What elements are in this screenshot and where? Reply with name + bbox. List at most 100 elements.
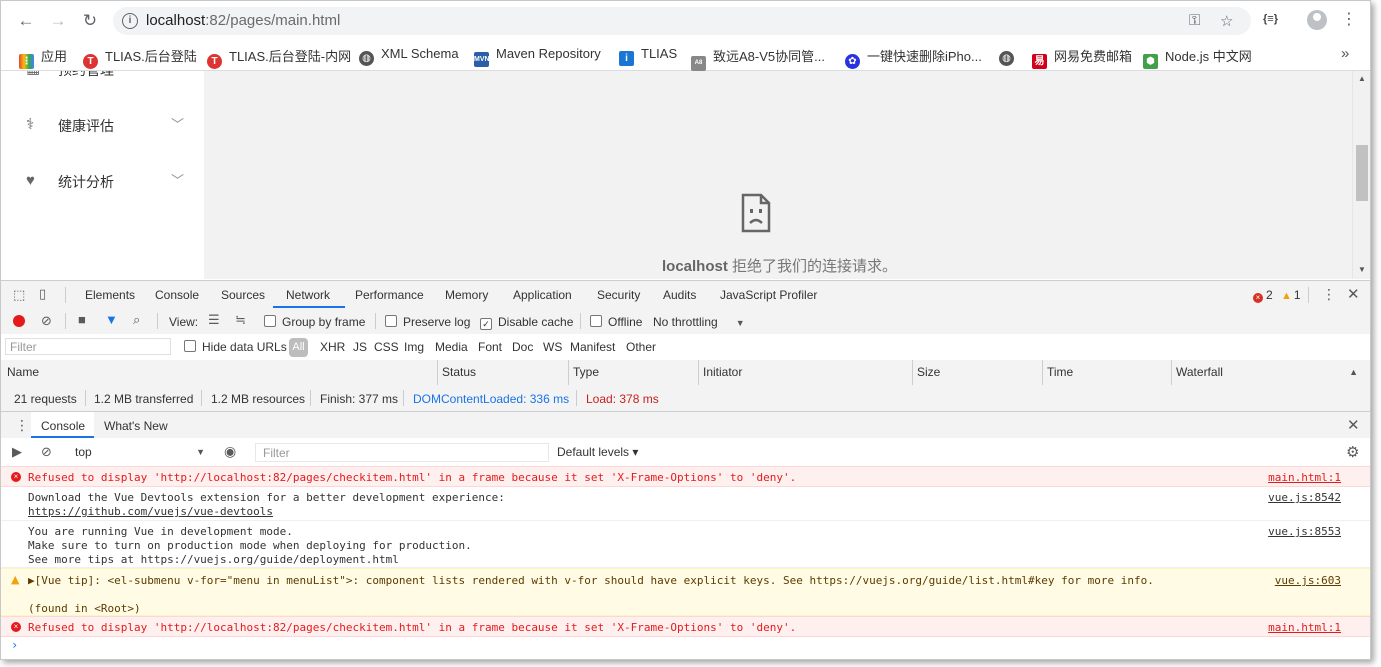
bookmark-netease-mail[interactable]: 易网易免费邮箱: [1032, 46, 1132, 69]
close-drawer-icon[interactable]: ✕: [1347, 416, 1360, 434]
reload-icon[interactable]: ↻: [79, 10, 101, 32]
type-filter-all[interactable]: All: [289, 338, 308, 357]
inspect-element-icon[interactable]: ⬚: [13, 287, 25, 303]
type-filter-img[interactable]: Img: [404, 340, 424, 354]
chrome-menu-icon[interactable]: ⋮: [1341, 9, 1357, 29]
throttling-select[interactable]: No throttling ▼: [653, 315, 745, 329]
type-filter-css[interactable]: CSS: [374, 340, 399, 354]
tab-memory[interactable]: Memory: [445, 288, 488, 302]
json-viewer-extension-icon[interactable]: {≡}: [1263, 13, 1278, 25]
star-icon[interactable]: ☆: [1220, 12, 1233, 30]
profile-avatar-icon[interactable]: [1307, 10, 1327, 30]
clear-console-icon[interactable]: ⊘: [41, 444, 52, 460]
clear-icon[interactable]: ⊘: [41, 313, 52, 329]
column-waterfall[interactable]: Waterfall ▲: [1171, 360, 1370, 385]
scroll-up-icon[interactable]: ▲: [1358, 74, 1366, 83]
error-count-badge[interactable]: × 2: [1253, 288, 1273, 303]
bookmark-tlias[interactable]: i TLIAS: [619, 46, 677, 66]
type-filter-ws[interactable]: WS: [543, 340, 562, 354]
column-name[interactable]: Name: [3, 360, 437, 385]
type-filter-doc[interactable]: Doc: [512, 340, 533, 354]
bookmark-tlias-admin-intranet[interactable]: T TLIAS.后台登陆-内网: [207, 46, 351, 69]
search-icon[interactable]: ⌕: [133, 312, 140, 328]
network-filter-input[interactable]: Filter: [5, 338, 171, 355]
hide-data-urls-checkbox[interactable]: Hide data URLs: [184, 340, 287, 354]
bookmark-tlias-admin[interactable]: T TLIAS.后台登陆: [83, 46, 197, 69]
forward-arrow-icon[interactable]: →: [47, 10, 69, 32]
message-source-link[interactable]: main.html:1: [1268, 621, 1341, 634]
message-source-link[interactable]: main.html:1: [1268, 471, 1341, 484]
message-source-link[interactable]: vue.js:603: [1275, 574, 1341, 587]
bookmark-seeyon[interactable]: A8 致远A8-V5协同管...: [691, 46, 825, 71]
disable-cache-checkbox[interactable]: ✓ Disable cache: [480, 315, 573, 330]
message-source-link[interactable]: vue.js:8553: [1268, 525, 1341, 538]
device-toolbar-icon[interactable]: ▯: [39, 286, 46, 302]
tab-console[interactable]: Console: [155, 288, 199, 302]
url-text[interactable]: localhost:82/pages/main.html: [146, 12, 340, 29]
bookmark-nodejs[interactable]: ⬢ Node.js 中文网: [1143, 46, 1252, 69]
sidebar-item-appointment[interactable]: ▦ 预约管理: [26, 71, 196, 81]
bookmark-xml-schema[interactable]: ◍ XML Schema: [359, 46, 459, 66]
console-message-error[interactable]: × Refused to display 'http://localhost:8…: [1, 616, 1370, 637]
type-filter-font[interactable]: Font: [478, 340, 502, 354]
console-message-error[interactable]: × Refused to display 'http://localhost:8…: [1, 466, 1370, 487]
message-link[interactable]: https://github.com/vuejs/vue-devtools: [28, 505, 273, 518]
page-scrollbar[interactable]: ▲ ▼: [1352, 71, 1370, 279]
console-message-log[interactable]: Download the Vue Devtools extension for …: [1, 487, 1370, 521]
warning-count-badge[interactable]: ▲ 1: [1281, 288, 1301, 302]
offline-checkbox[interactable]: Offline: [590, 315, 642, 329]
tab-audits[interactable]: Audits: [663, 288, 696, 302]
sidebar-item-statistics[interactable]: ♥ 统计分析 ﹀: [26, 169, 196, 193]
omnibox[interactable]: i localhost:82/pages/main.html ⚿ ☆: [113, 7, 1251, 35]
type-filter-media[interactable]: Media: [435, 340, 468, 354]
type-filter-xhr[interactable]: XHR: [320, 340, 345, 354]
type-filter-manifest[interactable]: Manifest: [570, 340, 615, 354]
preserve-log-checkbox[interactable]: Preserve log: [385, 315, 470, 329]
message-source-link[interactable]: vue.js:8542: [1268, 491, 1341, 504]
info-icon[interactable]: i: [122, 13, 138, 29]
console-message-warning[interactable]: ▲ ▶[Vue tip]: <el-submenu v-for="menu in…: [1, 568, 1370, 616]
type-filter-other[interactable]: Other: [626, 340, 656, 354]
eye-icon[interactable]: ◉: [224, 443, 236, 460]
close-icon[interactable]: ✕: [1347, 285, 1360, 303]
drawer-tab-console[interactable]: Console: [41, 419, 85, 433]
sidebar-toggle-icon[interactable]: ▶: [12, 444, 22, 460]
drawer-menu-icon[interactable]: ⋮: [15, 417, 29, 434]
column-time[interactable]: Time: [1042, 360, 1171, 385]
column-size[interactable]: Size: [912, 360, 1042, 385]
filter-icon[interactable]: ▼: [105, 312, 118, 327]
column-initiator[interactable]: Initiator: [698, 360, 912, 385]
bookmark-delete-iphone[interactable]: ✿ 一键快速删除iPho...: [845, 46, 982, 69]
bookmark-globe[interactable]: ◍: [999, 46, 1021, 66]
key-icon[interactable]: ⚿: [1189, 12, 1200, 29]
sidebar-item-health-assessment[interactable]: ⚕ 健康评估 ﹀: [26, 113, 196, 137]
bookmark-maven-repository[interactable]: MVN Maven Repository: [474, 46, 601, 67]
column-type[interactable]: Type: [568, 360, 698, 385]
console-prompt-chevron-icon[interactable]: ›: [11, 638, 18, 652]
bookmark-apps[interactable]: ⋮ 应用: [19, 46, 67, 69]
column-status[interactable]: Status: [437, 360, 568, 385]
scroll-down-icon[interactable]: ▼: [1358, 265, 1366, 274]
context-select[interactable]: top ▼: [67, 443, 207, 461]
tab-network[interactable]: Network: [286, 288, 330, 302]
large-rows-icon[interactable]: ☰: [208, 312, 220, 328]
record-icon[interactable]: [13, 315, 25, 327]
console-settings-gear-icon[interactable]: ⚙: [1346, 443, 1359, 461]
type-filter-js[interactable]: JS: [353, 340, 367, 354]
console-message-log[interactable]: You are running Vue in development mode.…: [1, 521, 1370, 568]
video-capture-icon[interactable]: ■: [78, 312, 86, 327]
group-by-frame-checkbox[interactable]: Group by frame: [264, 315, 365, 329]
devtools-menu-icon[interactable]: ⋮: [1322, 286, 1336, 303]
tab-elements[interactable]: Elements: [85, 288, 135, 302]
console-filter-input[interactable]: Filter: [255, 443, 549, 462]
tab-sources[interactable]: Sources: [221, 288, 265, 302]
tab-javascript-profiler[interactable]: JavaScript Profiler: [720, 288, 817, 302]
back-arrow-icon[interactable]: ←: [15, 10, 37, 32]
waterfall-view-icon[interactable]: ≒: [235, 312, 246, 328]
drawer-tab-whats-new[interactable]: What's New: [104, 419, 168, 433]
tab-application[interactable]: Application: [513, 288, 572, 302]
tab-performance[interactable]: Performance: [355, 288, 424, 302]
log-levels-select[interactable]: Default levels ▾: [557, 445, 638, 459]
bookmarks-overflow-icon[interactable]: »: [1341, 45, 1349, 62]
scrollbar-thumb[interactable]: [1356, 145, 1368, 201]
